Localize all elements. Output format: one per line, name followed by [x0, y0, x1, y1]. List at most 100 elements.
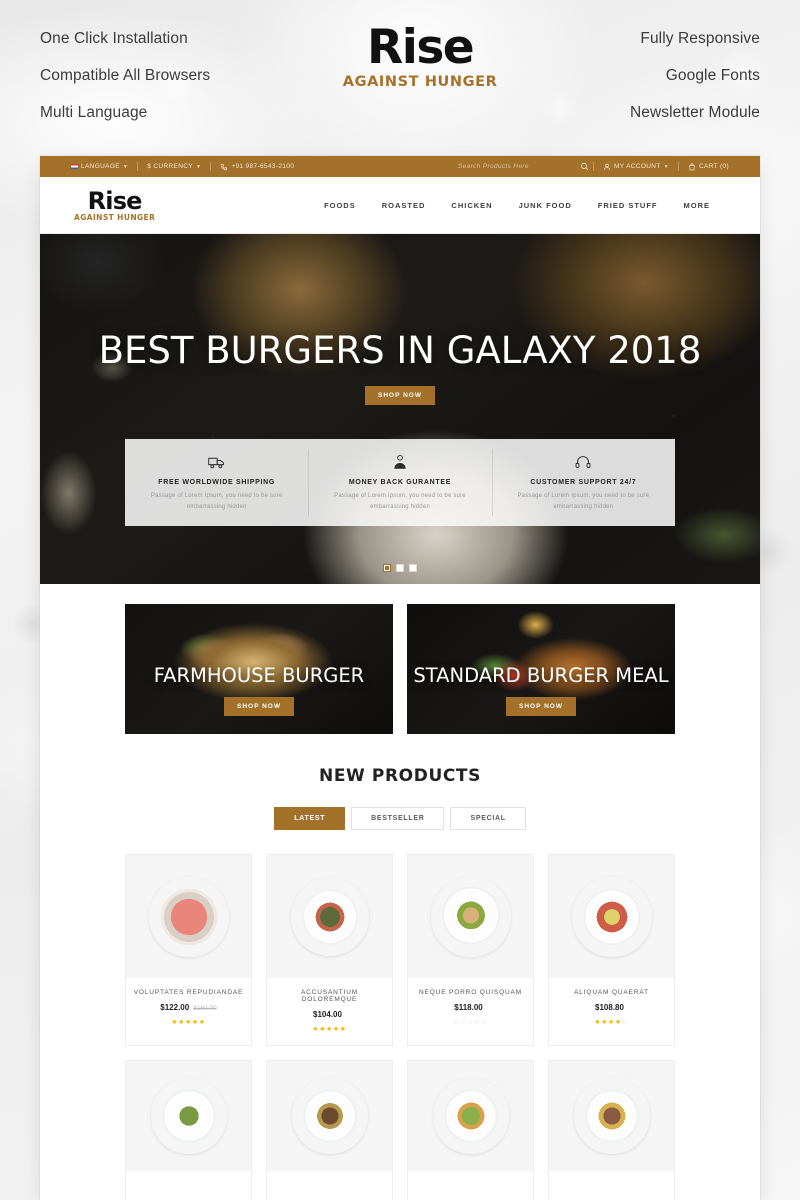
hero-shop-now-button[interactable]: SHOP NOW [365, 386, 435, 405]
language-selector[interactable]: LANGUAGE ▼ [62, 163, 137, 170]
service-desc-line1: Passage of Lorem Ipsum, you need to be s… [334, 493, 466, 499]
product-image[interactable] [549, 1061, 674, 1171]
banner-title: FARMHOUSE BURGER [153, 664, 365, 687]
product-info: ALIQUAM QUAERAT $108.80 ★★★★☆ [549, 978, 674, 1038]
phone-icon [220, 163, 228, 170]
brand-logo-word: Rise [367, 20, 475, 75]
slider-pagination [40, 564, 760, 572]
service-desc-line2: embarrassing hidden [186, 503, 247, 510]
product-card[interactable] [407, 1060, 534, 1200]
promo-feature: Compatible All Browsers [40, 67, 211, 84]
search-input[interactable]: Search Products Here [458, 163, 570, 170]
promo-feature: Newsletter Module [629, 104, 760, 121]
product-rating: ★★★★★ [171, 1019, 206, 1026]
service-desc-line2: embarrassing hidden [370, 503, 430, 510]
product-card[interactable]: ALIQUAM QUAERAT $108.80 ★★★★☆ [548, 854, 675, 1046]
promo-features-right: Fully Responsive Google Fonts Newsletter… [630, 24, 760, 122]
product-card[interactable]: ACCUSANTIUM DOLOREMQUE $104.00 ★★★★★ [266, 854, 393, 1046]
product-card[interactable]: VOLUPTATES REPUDIANDAE $122.00 $160.00 ★★… [125, 854, 252, 1046]
utility-topbar: LANGUAGE ▼ $ CURRENCY ▼ +91 987-6543-210… [40, 156, 760, 177]
product-card[interactable] [266, 1060, 393, 1200]
phone-link[interactable]: +91 987-6543-2100 [211, 163, 303, 171]
main-nav: FOODS ROASTED CHICKEN JUNK FOOD FRIED ST… [324, 201, 726, 210]
promo-header: One Click Installation Compatible All Br… [0, 0, 800, 155]
language-label: LANGUAGE [81, 163, 120, 170]
service-feature-shipping: FREE WORLDWIDE SHIPPING Passage of Lorem… [125, 439, 308, 526]
promo-feature: Fully Responsive [640, 30, 760, 47]
product-info: NEQUE PORRO QUISQUAM $118.00 ☆☆☆☆☆ [408, 978, 533, 1038]
product-rating: ★★★★☆ [594, 1019, 629, 1026]
service-title: MONEY BACK GURANTEE [348, 479, 452, 486]
slider-dot-1[interactable] [383, 564, 391, 572]
banner-shop-now-button[interactable]: SHOP NOW [224, 697, 294, 716]
chevron-down-icon: ▼ [663, 163, 669, 170]
site-logo-tagline: AGAINST HUNGER [74, 213, 156, 223]
brand-logo: Rise AGAINST HUNGER [343, 20, 498, 89]
service-desc-line2: embarrassing hidden [553, 503, 614, 510]
promo-feature: One Click Installation [40, 30, 188, 47]
product-image[interactable] [549, 855, 674, 978]
product-image[interactable] [267, 1061, 392, 1171]
product-card[interactable] [548, 1060, 675, 1200]
user-icon [603, 163, 611, 170]
product-info [549, 1171, 674, 1200]
product-image[interactable] [408, 1061, 533, 1171]
flag-icon [71, 164, 78, 169]
search-icon[interactable] [580, 162, 589, 171]
price-current: $122.00 [160, 1003, 190, 1012]
promo-feature: Multi Language [40, 104, 148, 121]
product-price: $122.00 $160.00 [132, 1003, 245, 1012]
search-box[interactable]: Search Products Here [458, 162, 589, 171]
product-info: VOLUPTATES REPUDIANDAE $122.00 $160.00 ★★… [126, 978, 251, 1038]
nav-item-roasted[interactable]: ROASTED [382, 201, 426, 210]
cart-bag-icon [689, 162, 695, 170]
nav-item-more[interactable]: MORE [684, 201, 711, 210]
product-info [267, 1171, 392, 1200]
product-card[interactable] [125, 1060, 252, 1200]
tab-latest[interactable]: LATEST [274, 807, 346, 830]
product-image[interactable] [126, 855, 251, 978]
nav-item-chicken[interactable]: CHICKEN [451, 201, 492, 210]
tab-bestseller[interactable]: BESTSELLER [351, 807, 445, 830]
service-desc-line1: Passage of Lorem Ipsum, you need to be s… [517, 493, 650, 499]
promo-banner-standard-burger-meal[interactable]: STANDARD BURGER MEAL SHOP NOW [407, 604, 675, 734]
price-old: $160.00 [193, 1005, 217, 1012]
money-back-person-icon [318, 452, 481, 472]
product-info [126, 1171, 251, 1200]
product-grid-row-2 [40, 1046, 760, 1200]
tab-special[interactable]: SPECIAL [450, 807, 526, 830]
nav-item-junk-food[interactable]: JUNK FOOD [519, 201, 572, 210]
nav-item-foods[interactable]: FOODS [324, 201, 356, 210]
price-current: $104.00 [313, 1010, 342, 1019]
product-image[interactable] [408, 855, 533, 978]
site-preview: LANGUAGE ▼ $ CURRENCY ▼ +91 987-6543-210… [40, 156, 760, 1200]
slider-dot-2[interactable] [396, 564, 404, 572]
product-price: $118.00 [414, 1003, 527, 1012]
product-name[interactable]: ACCUSANTIUM DOLOREMQUE [273, 989, 386, 1003]
cart-label: CART (0) [698, 163, 729, 170]
product-info [408, 1171, 533, 1200]
product-name[interactable]: NEQUE PORRO QUISQUAM [414, 989, 527, 996]
banner-shop-now-button[interactable]: SHOP NOW [506, 697, 576, 716]
currency-label: $ CURRENCY [147, 163, 193, 170]
service-title: FREE WORLDWIDE SHIPPING [158, 479, 276, 486]
product-info: ACCUSANTIUM DOLOREMQUE $104.00 ★★★★★ [267, 978, 392, 1045]
site-logo[interactable]: Rise AGAINST HUNGER [74, 186, 156, 223]
nav-item-fried-stuff[interactable]: FRIED STUFF [598, 201, 658, 210]
site-logo-word: Rise [87, 186, 143, 215]
slider-dot-3[interactable] [409, 564, 417, 572]
promo-features-left: One Click Installation Compatible All Br… [40, 24, 210, 122]
product-card[interactable]: NEQUE PORRO QUISQUAM $118.00 ☆☆☆☆☆ [407, 854, 534, 1046]
section-title: NEW PRODUCTS [319, 766, 481, 786]
currency-selector[interactable]: $ CURRENCY ▼ [138, 163, 210, 170]
product-name[interactable]: ALIQUAM QUAERAT [555, 989, 668, 996]
product-name[interactable]: VOLUPTATES REPUDIANDAE [132, 989, 245, 996]
product-image[interactable] [267, 855, 392, 978]
cart-button[interactable]: CART (0) [679, 162, 738, 171]
promo-banner-farmhouse-burger[interactable]: FARMHOUSE BURGER SHOP NOW [125, 604, 393, 734]
product-image[interactable] [126, 1061, 251, 1171]
service-desc-line1: Passage of Lorem Ipsum, you need to be s… [150, 493, 283, 499]
my-account-menu[interactable]: MY ACCOUNT ▼ [594, 163, 678, 171]
new-products-section: NEW PRODUCTS LATEST BESTSELLER SPECIAL [40, 734, 760, 830]
topbar-left-group: LANGUAGE ▼ $ CURRENCY ▼ +91 987-6543-210… [62, 162, 303, 171]
